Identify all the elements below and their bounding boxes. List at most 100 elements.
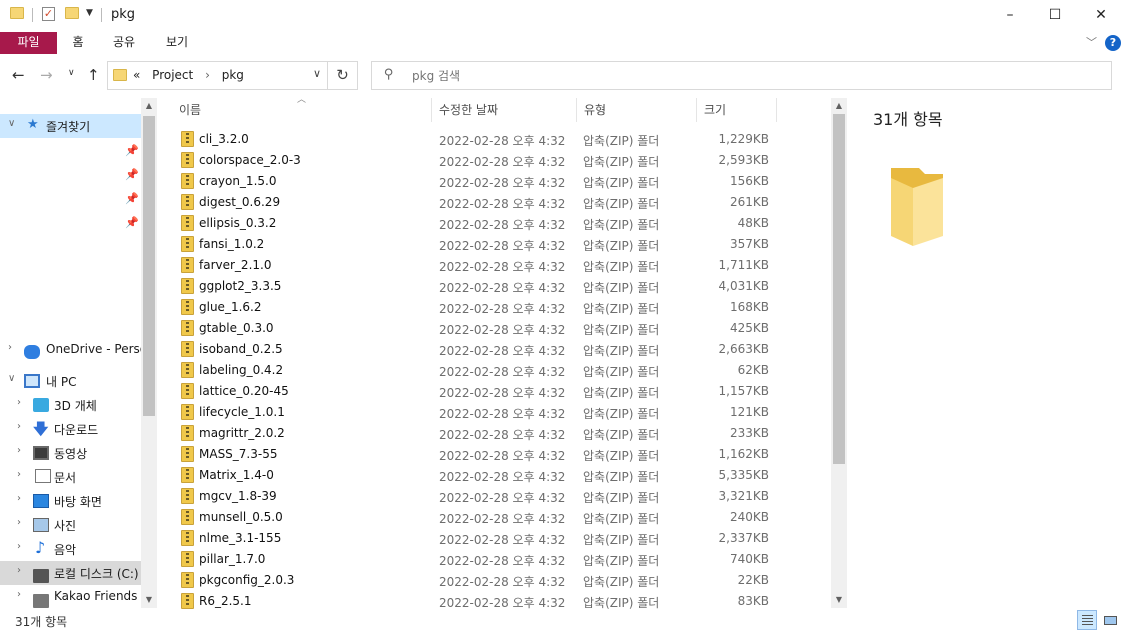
- expand-chevron-icon[interactable]: ›: [17, 421, 21, 432]
- file-size: 1,162KB: [718, 447, 769, 461]
- collapse-chevron-icon[interactable]: ∨: [8, 118, 15, 129]
- zip-folder-icon: [181, 425, 194, 441]
- scroll-up-icon[interactable]: ▲: [141, 98, 157, 114]
- help-icon[interactable]: ?: [1105, 35, 1121, 51]
- file-row[interactable]: mgcv_1.8-39 2022-02-28 오후 4:32 압축(ZIP) 폴더 3…: [170, 486, 830, 507]
- search-input[interactable]: [412, 66, 1092, 86]
- file-row[interactable]: ellipsis_0.3.2 2022-02-28 오후 4:32 압축(ZIP) …: [170, 213, 830, 234]
- file-row[interactable]: nlme_3.1-155 2022-02-28 오후 4:32 압축(ZIP) 폴더…: [170, 528, 830, 549]
- expand-chevron-icon[interactable]: ›: [17, 517, 21, 528]
- nav-local-disk[interactable]: › 로컬 디스크 (C:): [0, 561, 141, 585]
- maximize-button[interactable]: ☐: [1032, 0, 1078, 32]
- customize-toolbar-caret-icon[interactable]: ▼: [86, 8, 93, 18]
- folder-icon[interactable]: [10, 7, 24, 19]
- file-row[interactable]: lifecycle_1.0.1 2022-02-28 오후 4:32 압축(ZIP)…: [170, 402, 830, 423]
- file-row[interactable]: ggplot2_3.3.5 2022-02-28 오후 4:32 압축(ZIP) 폴…: [170, 276, 830, 297]
- scroll-down-icon[interactable]: ▼: [141, 592, 157, 608]
- file-date: 2022-02-28 오후 4:32: [439, 407, 566, 421]
- refresh-button[interactable]: ↻: [328, 61, 358, 90]
- nav-onedrive[interactable]: › OneDrive - Personal: [0, 338, 141, 362]
- file-row[interactable]: crayon_1.5.0 2022-02-28 오후 4:32 압축(ZIP) 폴더…: [170, 171, 830, 192]
- expand-chevron-icon[interactable]: ›: [17, 565, 21, 576]
- nav-kakao-drive[interactable]: › Kakao Friends (F:): [0, 585, 141, 608]
- column-header-type[interactable]: 유형: [584, 98, 606, 122]
- expand-chevron-icon[interactable]: ›: [17, 397, 21, 408]
- tab-home[interactable]: 홈: [66, 32, 90, 54]
- scroll-down-icon[interactable]: ▼: [831, 592, 847, 608]
- column-divider[interactable]: [431, 98, 432, 122]
- expand-ribbon-icon[interactable]: ﹀: [1086, 34, 1097, 50]
- nav-music[interactable]: › ♪ 음악: [0, 537, 141, 561]
- file-row[interactable]: gtable_0.3.0 2022-02-28 오후 4:32 압축(ZIP) 폴더…: [170, 318, 830, 339]
- file-row[interactable]: pillar_1.7.0 2022-02-28 오후 4:32 압축(ZIP) 폴더…: [170, 549, 830, 570]
- scrollbar-thumb[interactable]: [833, 114, 845, 464]
- nav-documents[interactable]: › 문서: [0, 465, 141, 489]
- column-header-name[interactable]: 이름: [179, 98, 201, 122]
- file-name: lattice_0.20-45: [199, 384, 289, 398]
- tab-share[interactable]: 공유: [108, 32, 140, 54]
- column-divider[interactable]: [696, 98, 697, 122]
- nav-videos[interactable]: › 동영상: [0, 441, 141, 465]
- file-row[interactable]: cli_3.2.0 2022-02-28 오후 4:32 압축(ZIP) 폴더 1,2…: [170, 129, 830, 150]
- collapse-chevron-icon[interactable]: ∨: [8, 373, 15, 384]
- new-folder-icon[interactable]: [65, 7, 79, 19]
- file-row[interactable]: isoband_0.2.5 2022-02-28 오후 4:32 압축(ZIP) 폴…: [170, 339, 830, 360]
- file-type: 압축(ZIP) 폴더: [583, 176, 660, 190]
- file-list-scrollbar[interactable]: ▲ ▼: [831, 98, 847, 608]
- forward-button[interactable]: →: [40, 66, 53, 84]
- breadcrumb-pkg[interactable]: pkg: [222, 68, 244, 82]
- zip-folder-icon: [181, 362, 194, 378]
- column-header-size[interactable]: 크기: [704, 98, 726, 122]
- file-row[interactable]: Matrix_1.4-0 2022-02-28 오후 4:32 압축(ZIP) 폴더…: [170, 465, 830, 486]
- file-row[interactable]: digest_0.6.29 2022-02-28 오후 4:32 압축(ZIP) 폴…: [170, 192, 830, 213]
- address-bar[interactable]: « Project › pkg ∨: [107, 61, 328, 90]
- minimize-button[interactable]: –: [987, 0, 1033, 32]
- file-row[interactable]: munsell_0.5.0 2022-02-28 오후 4:32 압축(ZIP) 폴…: [170, 507, 830, 528]
- nav-pictures[interactable]: › 사진: [0, 513, 141, 537]
- file-row[interactable]: lattice_0.20-45 2022-02-28 오후 4:32 압축(ZIP)…: [170, 381, 830, 402]
- up-button[interactable]: ↑: [87, 66, 100, 84]
- details-view-button[interactable]: [1077, 610, 1097, 630]
- tab-view[interactable]: 보기: [161, 32, 193, 54]
- file-row[interactable]: farver_2.1.0 2022-02-28 오후 4:32 압축(ZIP) 폴더…: [170, 255, 830, 276]
- expand-chevron-icon[interactable]: ›: [8, 342, 12, 353]
- tab-file[interactable]: 파일: [0, 32, 57, 54]
- breadcrumb-separator-icon[interactable]: ›: [205, 68, 210, 82]
- nav-3d-objects[interactable]: › 3D 개체: [0, 393, 141, 417]
- nav-quick-access[interactable]: ∨ ★ 즐겨찾기: [0, 114, 141, 138]
- expand-chevron-icon[interactable]: ›: [17, 493, 21, 504]
- nav-desktop[interactable]: › 바탕 화면: [0, 489, 141, 513]
- file-row[interactable]: pkgconfig_2.0.3 2022-02-28 오후 4:32 압축(ZIP)…: [170, 570, 830, 591]
- close-button[interactable]: ✕: [1078, 0, 1124, 32]
- properties-icon[interactable]: ✓: [42, 7, 55, 21]
- breadcrumb-overflow[interactable]: «: [133, 68, 140, 82]
- nav-downloads[interactable]: › 🡇 다운로드: [0, 417, 141, 441]
- file-row[interactable]: fansi_1.0.2 2022-02-28 오후 4:32 압축(ZIP) 폴더 3…: [170, 234, 830, 255]
- scroll-up-icon[interactable]: ▲: [831, 98, 847, 114]
- column-divider[interactable]: [576, 98, 577, 122]
- large-icons-view-button[interactable]: [1100, 610, 1120, 630]
- search-box[interactable]: ⚲: [371, 61, 1112, 90]
- nav-this-pc[interactable]: ∨ 내 PC: [0, 369, 141, 393]
- address-dropdown-icon[interactable]: ∨: [313, 67, 321, 80]
- column-divider[interactable]: [776, 98, 777, 122]
- zip-folder-icon: [181, 152, 194, 168]
- column-header-date[interactable]: 수정한 날짜: [439, 98, 498, 122]
- file-row[interactable]: glue_1.6.2 2022-02-28 오후 4:32 압축(ZIP) 폴더 16…: [170, 297, 830, 318]
- expand-chevron-icon[interactable]: ›: [17, 445, 21, 456]
- expand-chevron-icon[interactable]: ›: [17, 589, 21, 600]
- recent-locations-icon[interactable]: ∨: [68, 68, 75, 78]
- file-row[interactable]: colorspace_2.0-3 2022-02-28 오후 4:32 압축(ZIP…: [170, 150, 830, 171]
- expand-chevron-icon[interactable]: ›: [17, 541, 21, 552]
- file-size: 261KB: [729, 195, 769, 209]
- breadcrumb-project[interactable]: Project: [152, 68, 193, 82]
- scrollbar-thumb[interactable]: [143, 116, 155, 416]
- back-button[interactable]: ←: [12, 66, 25, 84]
- expand-chevron-icon[interactable]: ›: [17, 469, 21, 480]
- file-row[interactable]: labeling_0.4.2 2022-02-28 오후 4:32 압축(ZIP) …: [170, 360, 830, 381]
- nav-scrollbar[interactable]: ▲ ▼: [141, 98, 157, 608]
- file-row[interactable]: R6_2.5.1 2022-02-28 오후 4:32 압축(ZIP) 폴더 83KB: [170, 591, 830, 612]
- file-row[interactable]: MASS_7.3-55 2022-02-28 오후 4:32 압축(ZIP) 폴더 1…: [170, 444, 830, 465]
- file-row[interactable]: magrittr_2.0.2 2022-02-28 오후 4:32 압축(ZIP) …: [170, 423, 830, 444]
- file-date: 2022-02-28 오후 4:32: [439, 512, 566, 526]
